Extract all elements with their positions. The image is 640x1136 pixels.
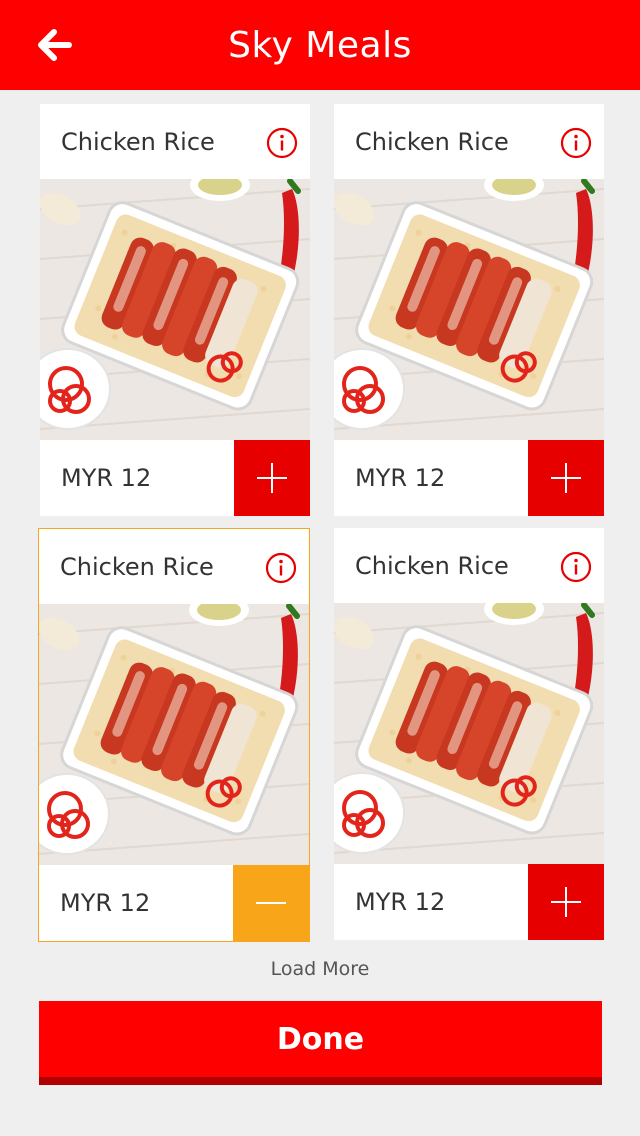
meal-name: Chicken Rice	[61, 127, 215, 156]
meal-card-header: Chicken Rice	[40, 104, 310, 179]
meal-name: Chicken Rice	[60, 552, 214, 581]
meal-card-header: Chicken Rice	[334, 104, 604, 179]
info-icon[interactable]	[560, 127, 592, 159]
done-button[interactable]: Done	[39, 1001, 602, 1085]
load-more-link[interactable]: Load More	[0, 958, 640, 980]
meal-price: MYR 12	[61, 464, 152, 492]
info-icon[interactable]	[266, 127, 298, 159]
plus-icon	[551, 887, 581, 917]
meal-card-footer: MYR 12	[334, 440, 604, 516]
meal-card-header: Chicken Rice	[39, 529, 309, 604]
meal-price: MYR 12	[355, 464, 446, 492]
back-arrow-icon	[38, 29, 72, 61]
meal-price: MYR 12	[355, 888, 446, 916]
done-button-label: Done	[276, 1021, 365, 1057]
meal-name: Chicken Rice	[355, 551, 509, 580]
meal-photo	[334, 603, 604, 864]
meal-card-footer: MYR 12	[334, 864, 604, 940]
meal-card-footer: MYR 12	[39, 865, 309, 941]
meal-card: Chicken Rice MYR 12	[334, 104, 604, 516]
meal-photo	[39, 604, 309, 865]
meal-photo	[40, 179, 310, 440]
meal-card: Chicken Rice MYR 12	[40, 104, 310, 516]
plus-icon	[257, 463, 287, 493]
add-meal-button[interactable]	[528, 864, 604, 940]
meal-card-footer: MYR 12	[40, 440, 310, 516]
header-bar: Sky Meals	[0, 0, 640, 90]
back-button[interactable]	[36, 28, 76, 62]
page-title: Sky Meals	[228, 24, 412, 66]
add-meal-button[interactable]	[234, 440, 310, 516]
meal-card: Chicken Rice MYR 12	[334, 528, 604, 940]
remove-meal-button[interactable]	[233, 865, 309, 941]
minus-icon	[256, 902, 286, 904]
add-meal-button[interactable]	[528, 440, 604, 516]
meal-photo	[334, 179, 604, 440]
info-icon[interactable]	[265, 552, 297, 584]
meal-price: MYR 12	[60, 889, 151, 917]
info-icon[interactable]	[560, 551, 592, 583]
meal-name: Chicken Rice	[355, 127, 509, 156]
meal-card-selected: Chicken Rice MYR 12	[38, 528, 310, 942]
plus-icon	[551, 463, 581, 493]
meal-card-header: Chicken Rice	[334, 528, 604, 603]
